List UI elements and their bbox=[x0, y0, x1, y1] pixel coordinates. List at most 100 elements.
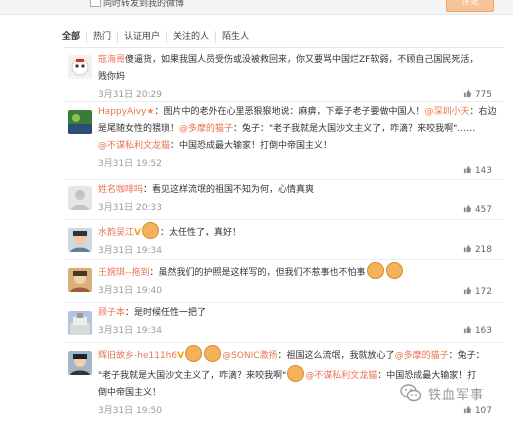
like-count: 107 bbox=[474, 406, 492, 416]
tab-all[interactable]: 全部 bbox=[62, 31, 86, 43]
emoji-icon bbox=[141, 222, 159, 239]
mention-link[interactable]: @深圳小天 bbox=[424, 107, 469, 117]
comment-divider bbox=[64, 259, 504, 260]
like-button[interactable]: 163 bbox=[463, 325, 492, 336]
comment-text: ：中国恐成最大输家！打倒中帝国主义！ bbox=[170, 141, 333, 151]
like-count: 143 bbox=[474, 166, 492, 176]
comment-text-line2: 是尾随女性的猥琐！ bbox=[98, 124, 180, 134]
comment-username[interactable]: 水韵吴江 bbox=[98, 228, 134, 238]
like-button[interactable]: 172 bbox=[463, 286, 492, 297]
comment-text-line2: 贱你妈 bbox=[98, 72, 126, 82]
thumbs-up-icon bbox=[463, 244, 471, 253]
avatar-icon bbox=[68, 311, 92, 335]
avatar-icon bbox=[68, 351, 92, 375]
comment-text: ：看见这样流氓的祖国不知为何，心情真爽 bbox=[143, 185, 315, 195]
avatar[interactable] bbox=[68, 268, 92, 292]
thumbs-up-emoji-icon bbox=[366, 262, 384, 279]
like-button[interactable]: 143 bbox=[463, 165, 492, 176]
comment-text: ：兔子： bbox=[448, 351, 485, 361]
comment-username[interactable]: 姓名咖啡吗 bbox=[98, 185, 143, 195]
avatar-icon bbox=[68, 268, 92, 292]
comment-text: ：虽然我们的护照是这样写的，但我们不惹事也不怕事 bbox=[149, 268, 366, 278]
emoji-icon bbox=[204, 345, 222, 362]
like-count: 457 bbox=[474, 205, 492, 215]
comment-divider bbox=[64, 342, 504, 343]
emoji-icon bbox=[287, 365, 305, 382]
avatar[interactable] bbox=[68, 351, 92, 375]
comment-divider bbox=[64, 302, 504, 303]
like-count: 775 bbox=[474, 90, 492, 100]
tab-verified[interactable]: 认证用户 bbox=[117, 31, 166, 43]
mention-link[interactable]: @不谋私利文龙猫 bbox=[98, 141, 170, 151]
avatar-icon bbox=[68, 110, 92, 134]
tab-strangers[interactable]: 陌生人 bbox=[215, 31, 255, 43]
comment-username[interactable]: 辉旧故乡-he111h6 bbox=[98, 351, 177, 361]
comment-time: 3月31日 19:40 bbox=[98, 286, 162, 296]
like-count: 163 bbox=[474, 326, 492, 336]
comment-divider bbox=[64, 219, 504, 220]
thumbs-up-icon bbox=[463, 89, 471, 98]
like-count: 218 bbox=[474, 245, 492, 255]
thumbs-up-icon bbox=[463, 325, 471, 334]
comment-time: 3月31日 20:33 bbox=[98, 203, 162, 213]
repost-checkbox-label: 同时转发到我的微博 bbox=[103, 0, 185, 9]
avatar-icon bbox=[68, 55, 92, 79]
avatar-icon bbox=[68, 228, 92, 252]
comment-time: 3月31日 19:52 bbox=[98, 159, 162, 169]
avatar[interactable] bbox=[68, 186, 92, 210]
comment-text: 傻逼货，如果我国人员受伤或没被救回来，你又要骂中国烂ZF软弱，不顾自己国民死活， bbox=[125, 55, 479, 65]
comment-text: ：太任性了，真好！ bbox=[159, 228, 241, 238]
comment-time: 3月31日 19:34 bbox=[98, 246, 162, 256]
avatar[interactable] bbox=[68, 110, 92, 134]
like-count: 172 bbox=[474, 287, 492, 297]
comment-text: ：兔子："老子我就是大国沙文主义了，咋滴？来咬我啊"…… bbox=[233, 124, 476, 134]
watermark-text: 铁血军事 bbox=[428, 388, 485, 403]
mention-link[interactable]: @SONIC激扬 bbox=[222, 351, 277, 361]
publish-bar bbox=[0, 0, 513, 15]
avatar[interactable] bbox=[68, 311, 92, 335]
tab-following[interactable]: 关注的人 bbox=[166, 31, 215, 43]
comment-item: 姓名咖啡吗：看见这样流氓的祖国不知为何，心情真爽 3月31日 20:33 457 bbox=[64, 182, 504, 218]
comment-text: ：中国恐成最大输家！打 bbox=[377, 371, 477, 381]
comment-username[interactable]: 顾子本 bbox=[98, 308, 125, 318]
verified-badge-icon: V bbox=[134, 228, 141, 238]
comment-item: 顾子本：是时候任性一把了 3月31日 19:34 163 bbox=[64, 305, 504, 341]
comment-item: 王婉琪--拖到：虽然我们的护照是这样写的，但我们不惹事也不怕事 3月31日 19… bbox=[64, 262, 504, 302]
verified-badge-icon: V bbox=[177, 351, 185, 361]
thumbs-up-icon bbox=[463, 286, 471, 295]
comment-text: ：是时候任性一把了 bbox=[125, 308, 207, 318]
mention-link[interactable]: @不谋私利文龙猫 bbox=[305, 371, 377, 381]
like-button[interactable]: 457 bbox=[463, 204, 492, 215]
repost-checkbox[interactable] bbox=[90, 0, 101, 7]
tabs-divider bbox=[64, 47, 504, 48]
comment-time: 3月31日 19:34 bbox=[98, 326, 162, 336]
comment-username[interactable]: 寇海哥 bbox=[98, 55, 125, 65]
thumbs-up-icon bbox=[463, 405, 471, 414]
comment-item: 水韵吴江V ：太任性了，真好！ 3月31日 19:34 218 bbox=[64, 222, 504, 258]
like-button[interactable]: 218 bbox=[463, 244, 492, 255]
comment-text: ：祖国这么流氓，我就放心了 bbox=[277, 351, 395, 361]
comment-username[interactable]: HappyAivy bbox=[98, 107, 146, 117]
default-avatar-icon bbox=[68, 186, 92, 210]
comment-text-line2: "老子我就是大国沙文主义了，咋滴？来咬我啊" bbox=[98, 371, 287, 381]
thumbs-up-icon bbox=[463, 204, 471, 213]
wechat-logo-icon bbox=[400, 384, 422, 402]
comment-submit-button[interactable]: 评论 bbox=[446, 0, 494, 12]
comment-time: 3月31日 19:50 bbox=[98, 406, 162, 416]
tab-hot[interactable]: 热门 bbox=[86, 31, 117, 43]
like-button[interactable]: 107 bbox=[463, 405, 492, 416]
avatar[interactable] bbox=[68, 55, 92, 79]
comment-text: ：图片中的老外在心里恶狠狠地说：麻痹，下辈子老子要做中国人！ bbox=[154, 107, 425, 117]
comment-username[interactable]: 王婉琪--拖到 bbox=[98, 268, 150, 278]
mention-link[interactable]: @多摩的猫子 bbox=[179, 124, 233, 134]
thumbs-up-emoji-icon bbox=[385, 262, 403, 279]
mention-link[interactable]: @多摩的猫子 bbox=[395, 351, 449, 361]
comment-text: ：右边 bbox=[469, 107, 497, 117]
thumbs-up-icon bbox=[463, 165, 471, 174]
comment-divider bbox=[64, 101, 504, 102]
comment-time: 3月31日 20:29 bbox=[98, 90, 162, 100]
emoji-icon bbox=[185, 345, 203, 362]
like-button[interactable]: 775 bbox=[463, 89, 492, 100]
avatar[interactable] bbox=[68, 228, 92, 252]
comment-item: HappyAivy★：图片中的老外在心里恶狠狠地说：麻痹，下辈子老子要做中国人！… bbox=[64, 104, 504, 180]
